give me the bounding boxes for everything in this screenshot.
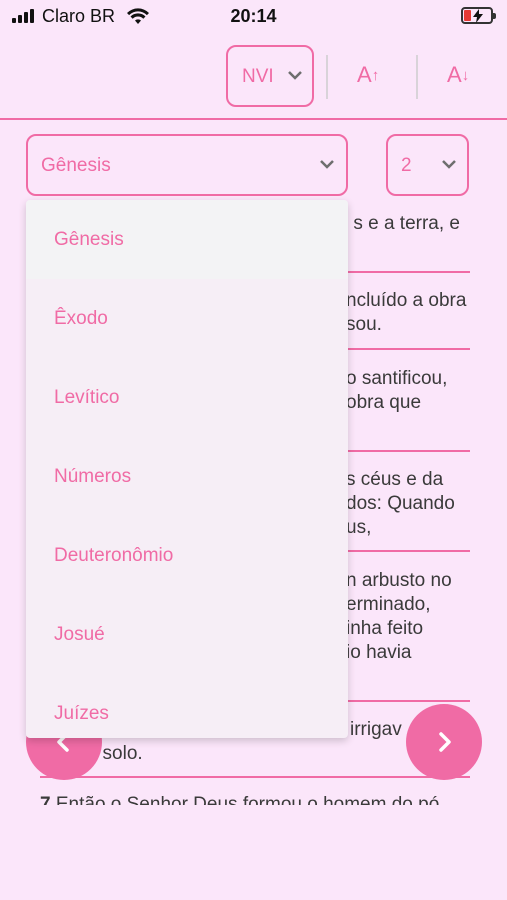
font-increase-button[interactable]: A↑: [357, 62, 379, 88]
toolbar-divider: [416, 55, 418, 99]
verse-item: o santificou, obra que: [346, 368, 448, 413]
book-option-deuteronomio[interactable]: Deuteronômio: [26, 516, 348, 595]
status-bar: Claro BR 20:14: [0, 0, 507, 34]
arrow-down-icon: ↓: [461, 67, 470, 84]
book-option-genesis[interactable]: Gênesis: [26, 200, 348, 279]
chevron-down-icon: [320, 160, 334, 169]
verse-item: ncluído a obra sou.: [346, 290, 467, 335]
verse-item: s céus e da dos: Quando us,: [346, 469, 455, 538]
verse-number: 7: [40, 794, 51, 805]
chevron-right-icon: [439, 732, 451, 752]
book-option-juizes[interactable]: Juízes: [26, 674, 348, 738]
version-select[interactable]: NVI: [226, 45, 314, 107]
clock: 20:14: [230, 6, 277, 26]
font-decrease-letter: A: [447, 62, 462, 87]
font-increase-letter: A: [357, 62, 372, 87]
version-value: NVI: [242, 66, 274, 87]
book-option-exodo[interactable]: Êxodo: [26, 279, 348, 358]
verse-item: n arbusto no erminado, inha feito io hav…: [346, 570, 452, 663]
verse-item: 7 Então o Senhor Deus formou o homem do …: [40, 793, 470, 805]
book-value: Gênesis: [41, 155, 111, 176]
chapter-select[interactable]: 2: [386, 134, 469, 196]
chevron-down-icon: [442, 160, 456, 169]
battery-charging-icon: [461, 7, 496, 24]
book-dropdown-menu: Gênesis Êxodo Levítico Números Deuteronô…: [26, 200, 348, 738]
toolbar-divider: [326, 55, 328, 99]
toolbar: NVI A↑ A↓: [0, 34, 507, 120]
chapter-value: 2: [401, 155, 412, 176]
next-chapter-button[interactable]: [406, 704, 482, 780]
chevron-down-icon: [288, 71, 302, 80]
book-option-numeros[interactable]: Números: [26, 437, 348, 516]
book-select[interactable]: Gênesis: [26, 134, 348, 196]
book-option-levitico[interactable]: Levítico: [26, 358, 348, 437]
arrow-up-icon: ↑: [371, 67, 380, 84]
book-option-josue[interactable]: Josué: [26, 595, 348, 674]
font-decrease-button[interactable]: A↓: [447, 62, 469, 88]
verse-text: Então o Senhor Deus formou o homem do pó: [55, 794, 440, 805]
verse-divider: [40, 776, 470, 778]
